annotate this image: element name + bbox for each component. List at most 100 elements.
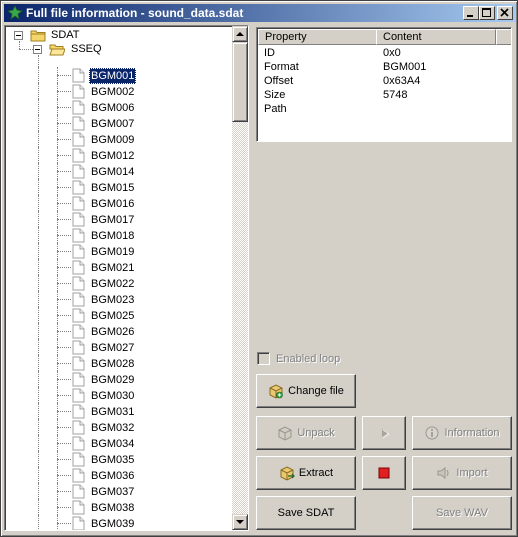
property-name: ID — [264, 47, 275, 59]
tree-line — [38, 435, 39, 451]
file-icon — [72, 484, 85, 499]
tree-line — [38, 403, 39, 419]
play-button[interactable] — [362, 416, 406, 450]
root-collapse-toggle[interactable] — [14, 31, 23, 40]
tree-line — [38, 323, 39, 339]
save-sdat-button[interactable]: Save SDAT — [256, 496, 356, 530]
minimize-icon — [467, 15, 473, 17]
tree-line — [38, 211, 39, 227]
tree-line — [57, 427, 71, 428]
title-bar[interactable]: Full file information - sound_data.sdat — [4, 4, 516, 22]
property-value: 0x63A4 — [383, 75, 421, 87]
tree-node-label: BGM019 — [91, 246, 135, 258]
tree-line — [57, 283, 71, 284]
property-list[interactable]: Property Content ID 0x0 Format BGM001 Offset… — [256, 27, 512, 142]
maximize-button[interactable] — [479, 6, 495, 20]
file-icon — [72, 68, 85, 83]
property-name: Size — [264, 89, 286, 101]
tree-node-label: BGM009 — [91, 134, 135, 146]
tree-node-label: BGM001 — [89, 68, 137, 84]
tree-line — [19, 49, 33, 50]
file-icon — [72, 148, 85, 163]
file-icon — [72, 516, 85, 530]
app-icon — [7, 5, 23, 20]
file-icon — [72, 84, 85, 99]
tree-line — [57, 379, 71, 380]
tree-node-label: BGM029 — [91, 374, 135, 386]
change-file-button[interactable]: Change file — [256, 374, 356, 408]
save-wav-button[interactable]: Save WAV — [412, 496, 512, 530]
main-window: Full file information - sound_data.sdat … — [0, 0, 518, 537]
tree-content: SDAT SSEQ BGM001 BGM002 BGM006 BGM007 BGM009… — [5, 26, 233, 530]
box-extract-icon — [280, 466, 295, 481]
tree-line — [38, 83, 39, 99]
file-tree[interactable]: SDAT SSEQ BGM001 BGM002 BGM006 BGM007 BGM009… — [4, 25, 249, 531]
tree-line — [57, 91, 71, 92]
unpack-icon — [278, 426, 292, 441]
close-button[interactable] — [497, 6, 513, 20]
information-label: Information — [444, 427, 500, 439]
tree-line — [38, 339, 39, 355]
file-icon — [72, 292, 85, 307]
save-sdat-label: Save SDAT — [277, 507, 335, 519]
tree-line — [38, 451, 39, 467]
tree-line — [38, 291, 39, 307]
tree-line — [38, 131, 39, 147]
file-icon — [72, 468, 85, 483]
tree-line — [57, 107, 71, 108]
import-button[interactable]: Import — [412, 456, 512, 490]
column-header-property[interactable]: Property — [258, 29, 377, 45]
information-button[interactable]: Information — [412, 416, 512, 450]
folder-collapse-toggle[interactable] — [33, 45, 42, 54]
tree-line — [38, 355, 39, 371]
tree-node-label: BGM028 — [91, 358, 135, 370]
tree-line — [38, 115, 39, 131]
tree-node-label: BGM012 — [91, 150, 135, 162]
tree-line — [19, 41, 20, 49]
tree-line — [57, 203, 71, 204]
tree-line — [57, 411, 71, 412]
tree-line — [57, 475, 71, 476]
unpack-button[interactable]: Unpack — [256, 416, 356, 450]
tree-line — [57, 395, 71, 396]
file-icon — [72, 164, 85, 179]
tree-line — [38, 371, 39, 387]
enabled-loop-checkbox[interactable] — [257, 352, 270, 365]
tree-scrollbar[interactable] — [232, 26, 248, 530]
tree-line — [38, 275, 39, 291]
column-header-content[interactable]: Content — [376, 29, 496, 45]
scroll-up-button[interactable] — [232, 26, 248, 42]
tree-line — [57, 155, 71, 156]
tree-node-label: SSEQ — [71, 43, 102, 55]
tree-node-label: BGM015 — [91, 182, 135, 194]
tree-line — [57, 139, 71, 140]
tree-line — [57, 315, 71, 316]
scroll-thumb[interactable] — [232, 42, 248, 122]
tree-node-label: BGM034 — [91, 438, 135, 450]
stop-button[interactable] — [362, 456, 406, 490]
info-icon — [425, 426, 439, 440]
file-icon — [72, 100, 85, 115]
column-header-filler — [496, 29, 511, 45]
property-name: Format — [264, 61, 299, 73]
tree-line — [38, 243, 39, 259]
tree-node-label: BGM016 — [91, 198, 135, 210]
box-add-icon — [269, 384, 283, 399]
file-icon — [72, 244, 85, 259]
minimize-button[interactable] — [463, 6, 479, 20]
scroll-down-button[interactable] — [232, 514, 248, 530]
arrow-up-icon — [236, 32, 244, 36]
file-icon — [72, 132, 85, 147]
folder-icon — [30, 30, 46, 42]
arrow-down-icon — [236, 520, 244, 524]
tree-line — [38, 147, 39, 163]
file-icon — [72, 196, 85, 211]
property-name: Offset — [264, 75, 294, 87]
close-icon — [500, 8, 509, 17]
extract-button[interactable]: Extract — [256, 456, 356, 490]
property-value: 5748 — [383, 89, 408, 101]
open-folder-icon — [49, 44, 65, 56]
tree-line — [38, 163, 39, 179]
tree-node-label: BGM031 — [91, 406, 135, 418]
file-icon — [72, 356, 85, 371]
